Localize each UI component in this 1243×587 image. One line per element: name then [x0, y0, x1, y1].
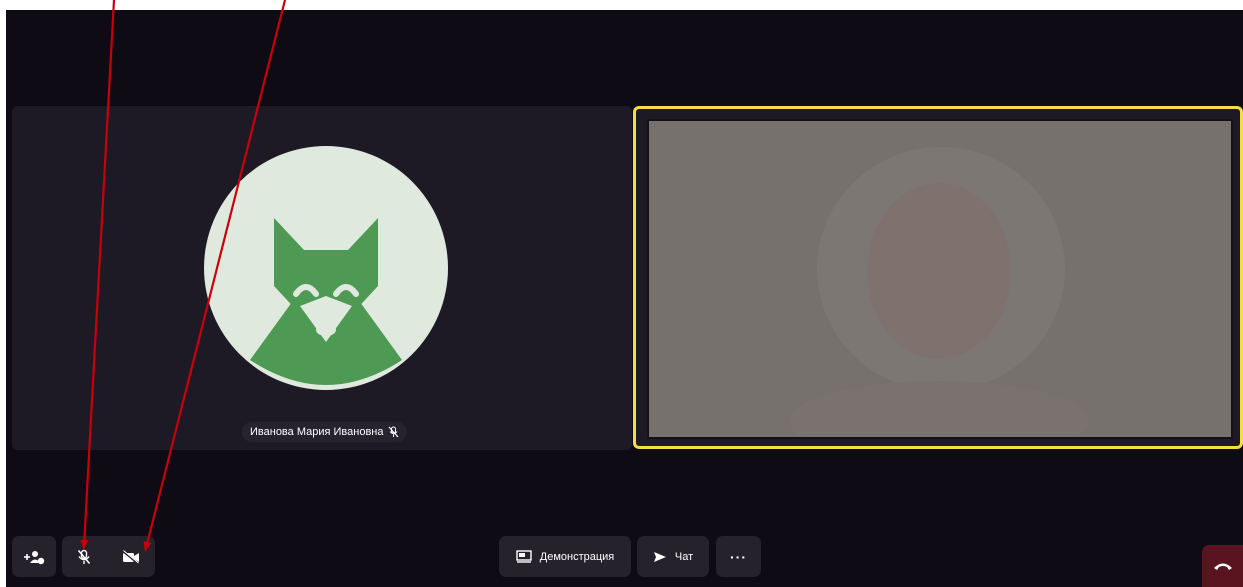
screenshot-canvas: Иванова Мария Ивановна Демонстрация Чат … [0, 0, 1243, 587]
participant-avatar [204, 146, 448, 390]
participant-name: Иванова Мария Ивановна [250, 426, 384, 438]
more-dots-icon: ··· [730, 548, 747, 565]
send-arrow-icon [653, 551, 666, 562]
mic-off-icon [389, 426, 399, 438]
invite-button[interactable] [12, 536, 56, 577]
chat-button[interactable]: Чат [637, 536, 709, 577]
hang-up-icon [1213, 563, 1232, 570]
screen-share-label: Демонстрация [539, 550, 615, 563]
mic-toggle-button[interactable] [62, 536, 155, 577]
participant-name-badge: Иванова Мария Ивановна [242, 422, 408, 442]
camera-video-feed [647, 119, 1233, 439]
screen-share-button[interactable]: Демонстрация [499, 536, 631, 577]
chat-label: Чат [674, 550, 694, 563]
video-frame [789, 147, 1089, 437]
active-speaker-tile[interactable] [633, 106, 1243, 449]
add-participant-icon [24, 550, 45, 564]
screen-share-icon [516, 550, 532, 563]
end-call-button[interactable] [1202, 545, 1243, 587]
mic-off-icon [78, 549, 91, 564]
participant-tile[interactable]: Иванова Мария Ивановна [12, 106, 632, 450]
more-options-button[interactable]: ··· [716, 536, 761, 577]
camera-off-icon[interactable] [122, 549, 140, 564]
fox-avatar-icon [250, 218, 402, 385]
video-call-window: Иванова Мария Ивановна Демонстрация Чат … [6, 10, 1243, 587]
